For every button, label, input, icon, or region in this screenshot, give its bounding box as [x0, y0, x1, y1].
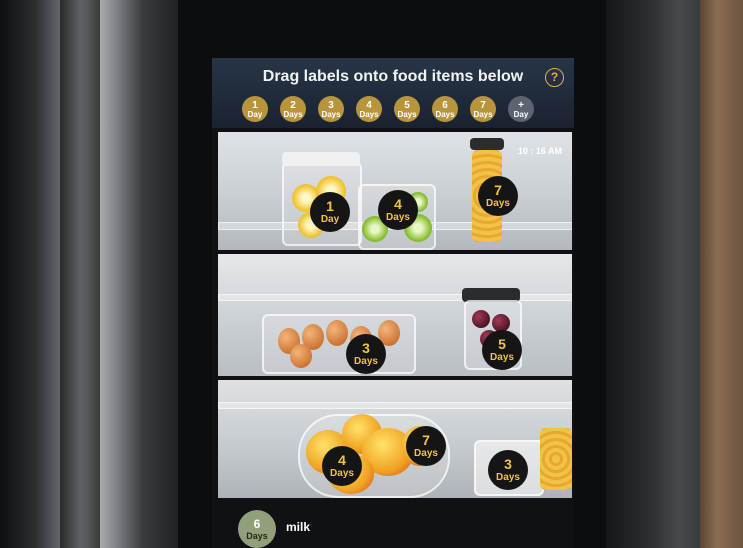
badge-limes[interactable]: 4 Days	[378, 190, 418, 230]
header-bar: Drag labels onto food items below ? 1 Day…	[212, 58, 574, 128]
badge-lemons[interactable]: 1 Day	[310, 192, 350, 232]
label-4-days[interactable]: 4 Days	[356, 96, 382, 122]
label-7-days[interactable]: 7 Days	[470, 96, 496, 122]
pasta-jar-lid	[470, 138, 504, 150]
wood-cabinet	[700, 0, 743, 548]
badge-fruit-right[interactable]: 7 Days	[406, 426, 446, 466]
side-jar	[540, 428, 572, 490]
badge-pasta[interactable]: 7 Days	[478, 176, 518, 216]
label-2-days[interactable]: 2 Days	[280, 96, 306, 122]
door-edge	[60, 0, 100, 548]
fridge-shelf-top: 10 : 16 AM 1 Day 4 Days 7 Days	[216, 130, 574, 252]
fridge-shelf-middle: 3 Days 5 Days	[216, 252, 574, 378]
label-palette: 1 Day 2 Days 3 Days 4 Days 5 Days 6 Days 7 Days…	[242, 96, 542, 122]
help-icon[interactable]: ?	[545, 68, 564, 87]
badge-berries[interactable]: 5 Days	[482, 330, 522, 370]
lemon-container-lid	[282, 152, 360, 166]
label-3-days[interactable]: 3 Days	[318, 96, 344, 122]
milk-label-badge[interactable]: 6 Days	[238, 510, 276, 548]
label-1-day[interactable]: 1 Day	[242, 96, 268, 122]
badge-eggs[interactable]: 3 Days	[346, 334, 386, 374]
shelf-glass	[218, 402, 572, 409]
label-add-day[interactable]: + Day	[508, 96, 534, 122]
clock-readout: 10 : 16 AM	[517, 146, 562, 156]
shelf-glass	[218, 294, 572, 301]
badge-fruit-left[interactable]: 4 Days	[322, 446, 362, 486]
page-title: Drag labels onto food items below	[262, 68, 524, 85]
milk-item-label: milk	[286, 520, 311, 534]
berry	[472, 310, 490, 328]
label-6-days[interactable]: 6 Days	[432, 96, 458, 122]
egg	[326, 320, 348, 346]
fridge-screen: Drag labels onto food items below ? 1 Day…	[212, 58, 574, 548]
badge-container[interactable]: 3 Days	[488, 450, 528, 490]
egg	[290, 344, 312, 368]
fridge-shelf-bottom: 4 Days 7 Days 3 Days	[216, 378, 574, 500]
fridge-door-handle-left	[0, 0, 190, 548]
label-5-days[interactable]: 5 Days	[394, 96, 420, 122]
